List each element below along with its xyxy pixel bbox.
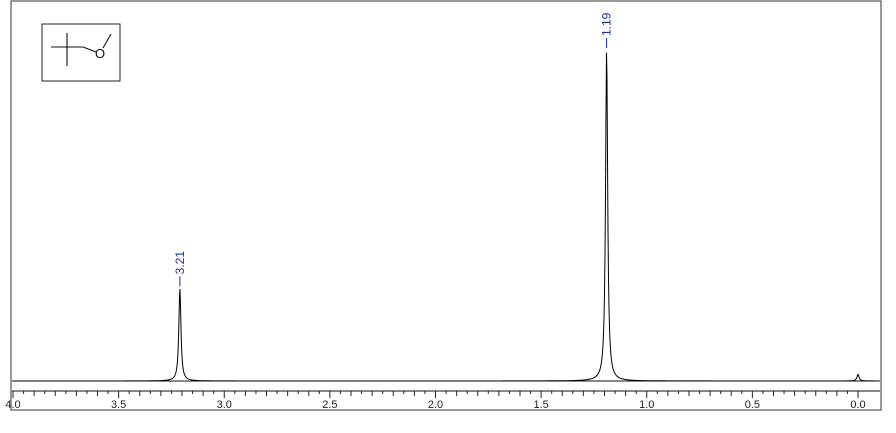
x-axis-ticks bbox=[12, 391, 859, 398]
x-axis-tick-labels: 4.0 3.5 3.0 2.5 2.0 1.5 1.0 0.5 0.0 bbox=[5, 399, 865, 411]
peak-markers: 3.21 1.19 bbox=[173, 12, 614, 287]
spectrum-trace bbox=[12, 52, 878, 382]
x-tick-label: 2.0 bbox=[428, 399, 443, 411]
peak-label: 3.21 bbox=[173, 251, 187, 275]
plot-frame bbox=[10, 0, 882, 411]
x-tick-label: 0.0 bbox=[850, 399, 865, 411]
x-tick-label: 1.0 bbox=[639, 399, 654, 411]
x-tick-label: 3.5 bbox=[111, 399, 126, 411]
peak-label: 1.19 bbox=[600, 12, 614, 36]
x-tick-label: 3.0 bbox=[217, 399, 232, 411]
nmr-spectrum-chart: 4.0 3.5 3.0 2.5 2.0 1.5 1.0 0.5 0.0 3.21 1.19 O bbox=[5, 0, 882, 411]
x-tick-label: 1.5 bbox=[533, 399, 548, 411]
molecule-inset-frame bbox=[41, 23, 121, 82]
x-tick-label: 2.5 bbox=[322, 399, 337, 411]
x-tick-label: 0.5 bbox=[745, 399, 760, 411]
oxygen-atom-label: O bbox=[95, 46, 105, 61]
x-tick-label: 4.0 bbox=[5, 399, 20, 411]
molecule-inset: O bbox=[41, 23, 121, 82]
